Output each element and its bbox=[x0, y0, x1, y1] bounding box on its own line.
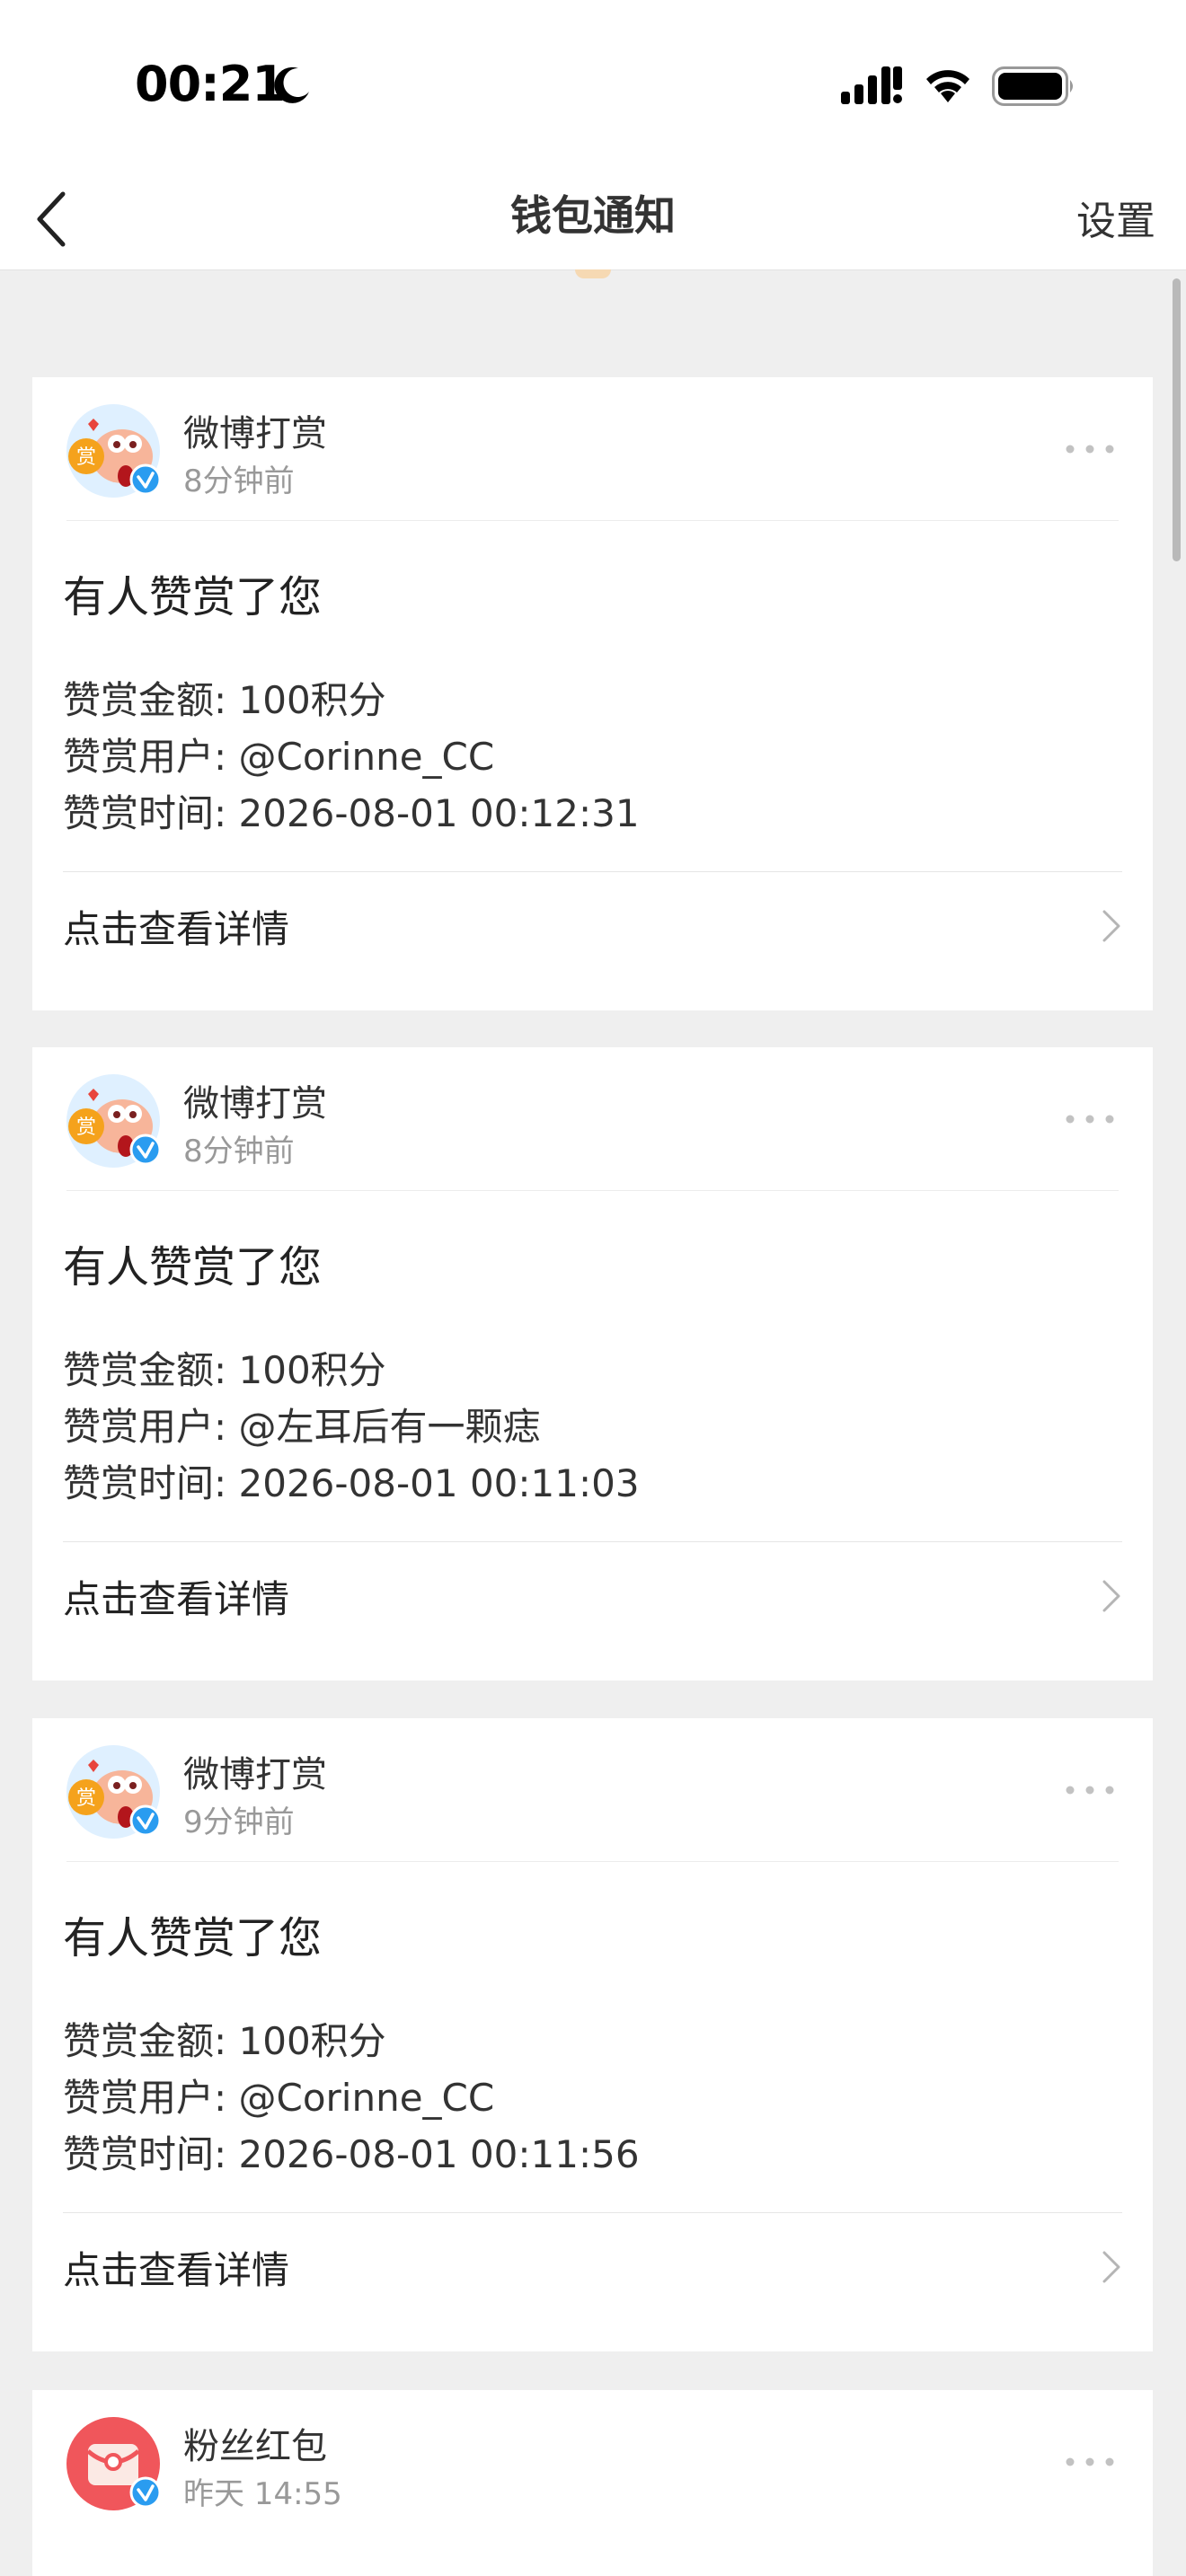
sender-name[interactable]: 微博打赏 bbox=[183, 404, 327, 456]
nav-bar: 钱包通知 设置 bbox=[0, 162, 1186, 270]
reward-amount: 100积分 bbox=[238, 678, 386, 722]
card-header: 赏 微博打赏 9分钟前 bbox=[32, 1718, 1153, 1862]
reward-time-line: 赞赏时间: 2026-08-01 00:12:31 bbox=[63, 785, 1122, 842]
user-label: 赞赏用户: bbox=[63, 1405, 239, 1449]
reward-amount-line: 赞赏金额: 100积分 bbox=[63, 1342, 1122, 1398]
status-time: 00:21 bbox=[135, 56, 286, 112]
status-bar: 00:21 bbox=[0, 0, 1186, 162]
view-details-label: 点击查看详情 bbox=[63, 1577, 290, 1621]
view-details-link[interactable]: 点击查看详情 bbox=[63, 871, 1122, 980]
reward-time-line: 赞赏时间: 2026-08-01 00:11:03 bbox=[63, 1455, 1122, 1512]
peek-decoration bbox=[575, 269, 611, 278]
reward-user[interactable]: @Corinne_CC bbox=[239, 735, 495, 779]
notification-title: 有人赞赏了您 bbox=[63, 1913, 323, 1963]
scrollbar[interactable] bbox=[1173, 278, 1181, 561]
card-body: 有人赞赏了您 赞赏金额: 100积分 赞赏用户: @左耳后有一颗痣 赞赏时间: … bbox=[32, 1191, 1153, 1541]
view-details-link[interactable]: 点击查看详情 bbox=[63, 1541, 1122, 1650]
notification-title: 有人赞赏了您 bbox=[63, 572, 323, 622]
amount-label: 赞赏金额: bbox=[63, 2019, 239, 2063]
card-header: 赏 微博打赏 8分钟前 bbox=[32, 377, 1153, 521]
user-label: 赞赏用户: bbox=[63, 735, 239, 779]
verified-icon bbox=[129, 2476, 162, 2509]
reward-time: 2026-08-01 00:11:56 bbox=[238, 2132, 640, 2176]
view-details-label: 点击查看详情 bbox=[63, 907, 290, 951]
notification-time: 9分钟前 bbox=[183, 1804, 295, 1840]
reward-user[interactable]: @左耳后有一颗痣 bbox=[239, 1405, 541, 1449]
user-label: 赞赏用户: bbox=[63, 2076, 239, 2120]
view-details-link[interactable]: 点击查看详情 bbox=[63, 2212, 1122, 2321]
svg-text:赏: 赏 bbox=[76, 446, 96, 469]
moon-icon bbox=[274, 66, 309, 103]
amount-label: 赞赏金额: bbox=[63, 678, 239, 722]
more-options-icon[interactable] bbox=[1063, 1101, 1117, 1137]
card-body: 有人赞赏了您 赞赏金额: 100积分 赞赏用户: @Corinne_CC 赞赏时… bbox=[32, 521, 1153, 871]
notification-card: 赏 微博打赏 9分钟前 有人赞赏了您 赞赏金额: 100积分 赞赏用户: @Co… bbox=[32, 1718, 1153, 2351]
notification-card: 粉丝红包 昨天 14:55 bbox=[32, 2390, 1153, 2576]
notification-card: 赏 微博打赏 8分钟前 有人赞赏了您 赞赏金额: 100积分 赞赏用户: @左耳… bbox=[32, 1047, 1153, 1681]
more-options-icon[interactable] bbox=[1063, 431, 1117, 467]
verified-icon bbox=[129, 1804, 162, 1837]
sender-name[interactable]: 粉丝红包 bbox=[183, 2417, 327, 2469]
verified-icon bbox=[129, 1134, 162, 1166]
notification-time: 8分钟前 bbox=[183, 463, 295, 499]
wifi-icon bbox=[926, 70, 969, 102]
time-label: 赞赏时间: bbox=[63, 2132, 239, 2176]
settings-button[interactable]: 设置 bbox=[1076, 189, 1155, 246]
view-details-label: 点击查看详情 bbox=[63, 2248, 290, 2292]
card-header: 粉丝红包 昨天 14:55 bbox=[32, 2390, 1153, 2534]
svg-text:赏: 赏 bbox=[76, 1787, 96, 1810]
reward-amount-line: 赞赏金额: 100积分 bbox=[63, 672, 1122, 728]
amount-label: 赞赏金额: bbox=[63, 1348, 239, 1392]
reward-amount: 100积分 bbox=[238, 1348, 386, 1392]
reward-amount: 100积分 bbox=[238, 2019, 386, 2063]
svg-text:赏: 赏 bbox=[76, 1116, 96, 1139]
more-options-icon[interactable] bbox=[1063, 2444, 1117, 2480]
reward-user-line: 赞赏用户: @Corinne_CC bbox=[63, 728, 1122, 785]
notification-title: 有人赞赏了您 bbox=[63, 1242, 323, 1292]
reward-user-line: 赞赏用户: @左耳后有一颗痣 bbox=[63, 1398, 1122, 1455]
sender-name[interactable]: 微博打赏 bbox=[183, 1074, 327, 1126]
time-label: 赞赏时间: bbox=[63, 791, 239, 835]
reward-user[interactable]: @Corinne_CC bbox=[239, 2076, 495, 2120]
reward-time-line: 赞赏时间: 2026-08-01 00:11:56 bbox=[63, 2126, 1122, 2183]
reward-amount-line: 赞赏金额: 100积分 bbox=[63, 2013, 1122, 2069]
card-body: 有人赞赏了您 赞赏金额: 100积分 赞赏用户: @Corinne_CC 赞赏时… bbox=[32, 1862, 1153, 2212]
chevron-right-icon bbox=[1102, 910, 1120, 942]
notification-time: 昨天 14:55 bbox=[183, 2476, 342, 2512]
card-header: 赏 微博打赏 8分钟前 bbox=[32, 1047, 1153, 1191]
page-title: 钱包通知 bbox=[510, 191, 676, 240]
chevron-right-icon bbox=[1102, 2251, 1120, 2283]
more-options-icon[interactable] bbox=[1063, 1772, 1117, 1808]
chevron-right-icon bbox=[1102, 1580, 1120, 1612]
sender-name[interactable]: 微博打赏 bbox=[183, 1745, 327, 1797]
cellular-signal-icon bbox=[841, 66, 902, 104]
reward-time: 2026-08-01 00:12:31 bbox=[238, 791, 640, 835]
battery-icon bbox=[992, 66, 1073, 106]
time-label: 赞赏时间: bbox=[63, 1461, 239, 1505]
verified-icon bbox=[129, 463, 162, 496]
reward-time: 2026-08-01 00:11:03 bbox=[238, 1461, 640, 1505]
notification-card: 赏 微博打赏 8分钟前 有人赞赏了您 赞赏金额: 100积分 赞赏用户: @Co… bbox=[32, 377, 1153, 1010]
notification-time: 8分钟前 bbox=[183, 1134, 295, 1169]
reward-user-line: 赞赏用户: @Corinne_CC bbox=[63, 2069, 1122, 2126]
